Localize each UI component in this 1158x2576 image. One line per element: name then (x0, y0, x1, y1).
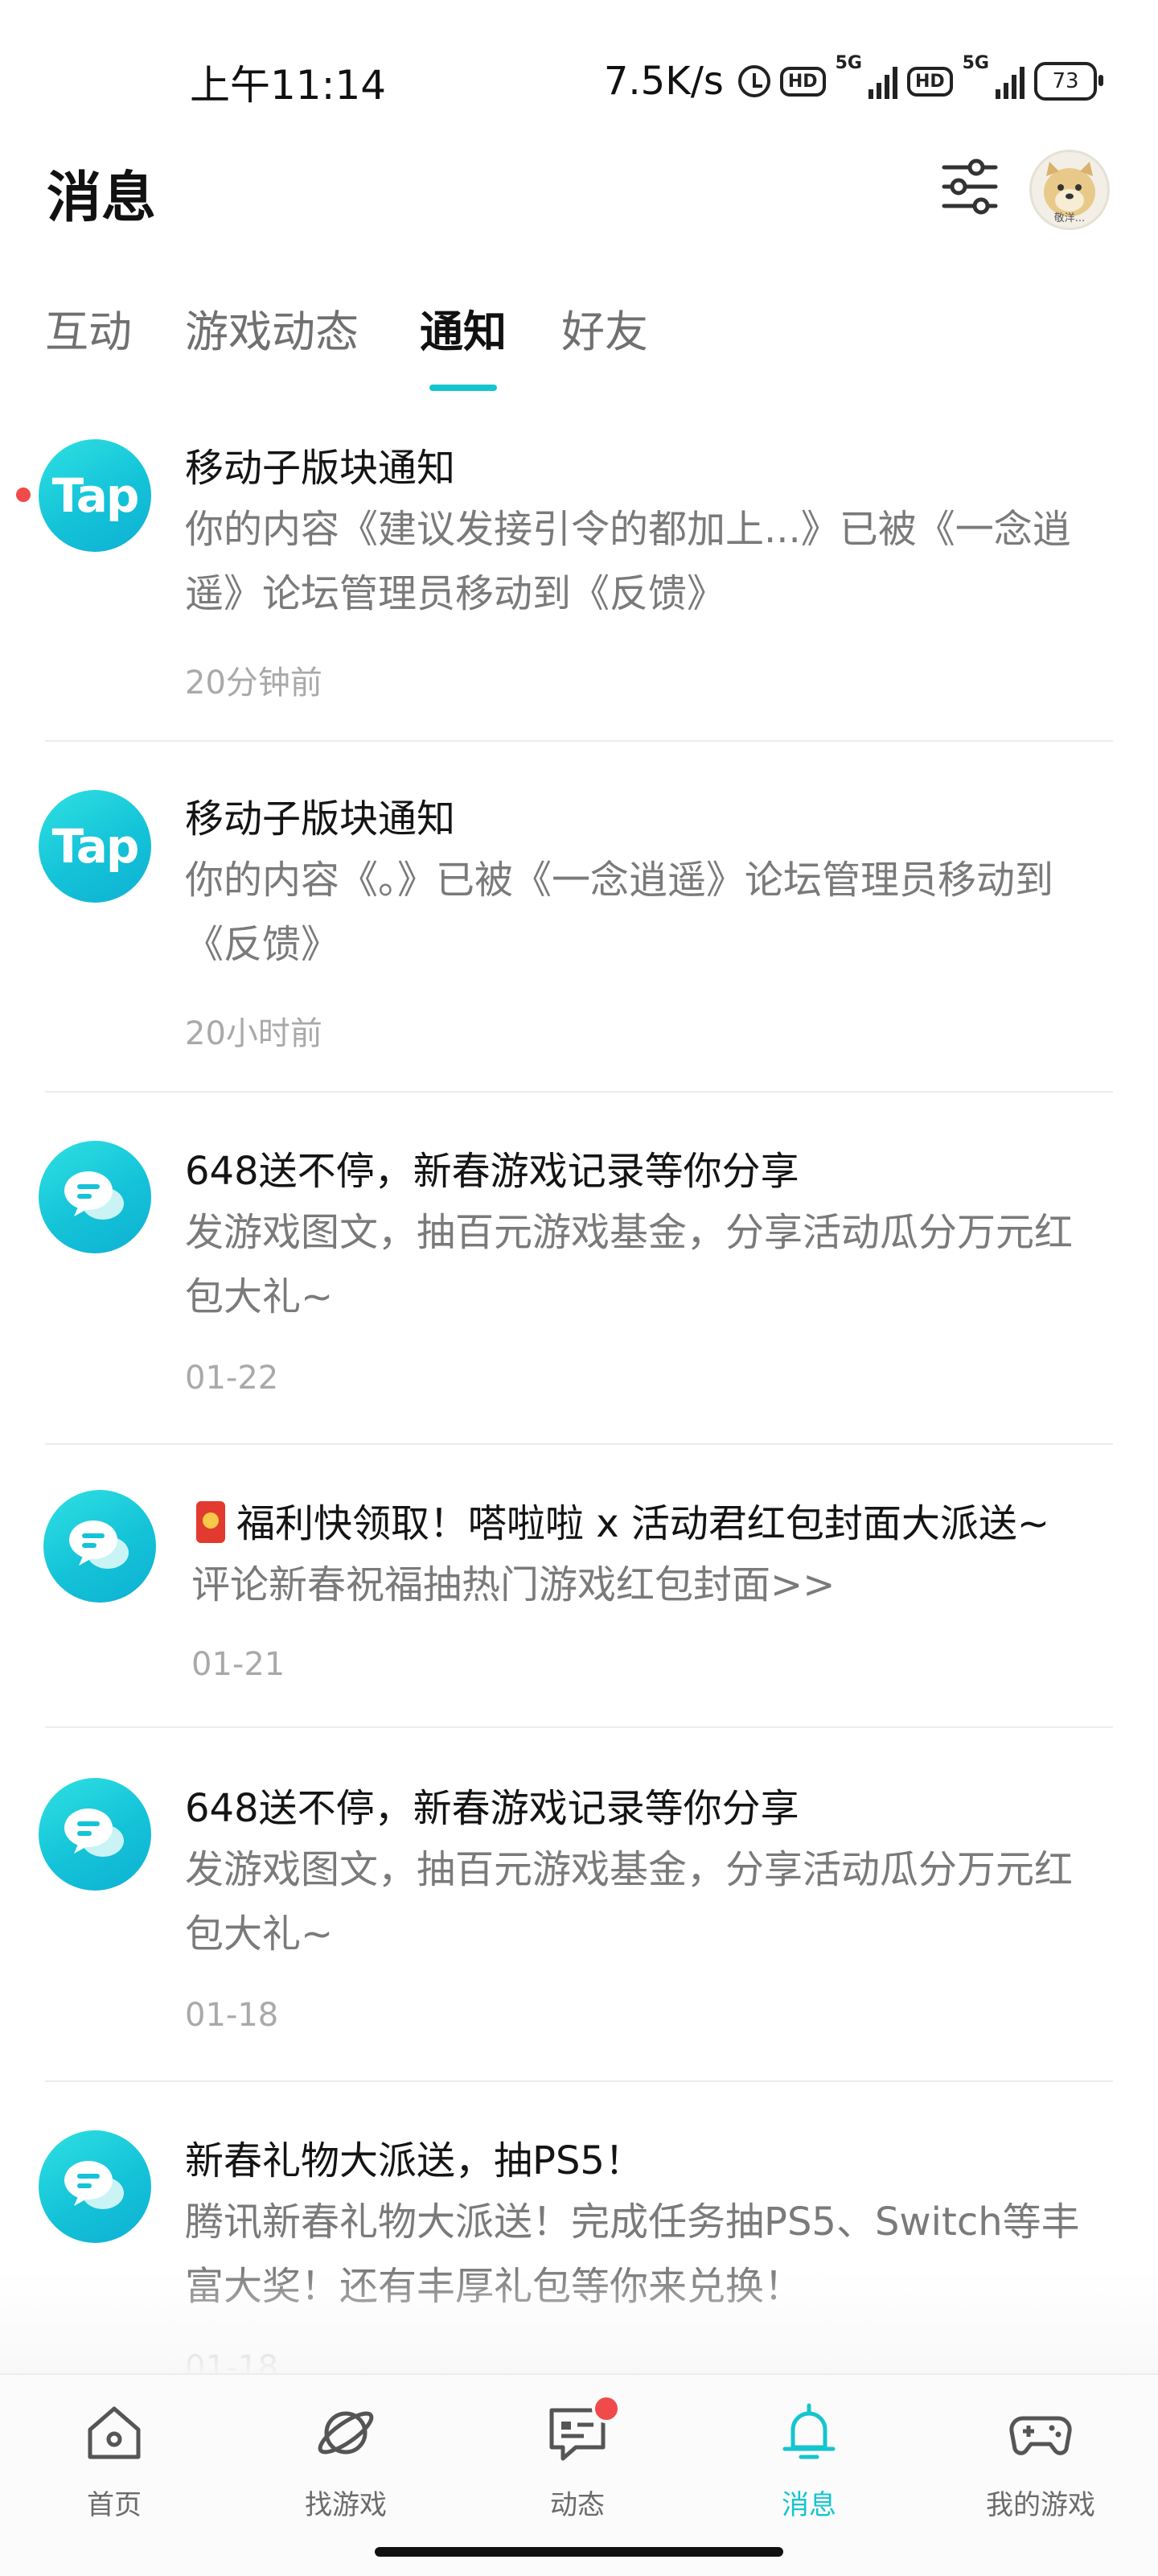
tap-logo-icon: Tap (39, 439, 151, 552)
unread-dot (16, 488, 31, 502)
divider (45, 740, 1113, 742)
list-item[interactable]: 福利快领取！嗒啦啦 x 活动君红包封面大派送~ 评论新春祝福抽热门游戏红包封面>… (0, 1482, 1158, 1723)
nav-find-games[interactable]: 找游戏 (265, 2399, 426, 2528)
nav-home[interactable]: 首页 (34, 2399, 195, 2528)
chat-bubble-icon (39, 1778, 151, 1891)
divider (45, 1726, 1113, 1728)
message-title: 648送不停，新春游戏记录等你分享 (185, 1786, 799, 1831)
chat-bubble-glyph (69, 1520, 129, 1569)
active-tab-indicator (429, 385, 497, 391)
message-body: 你的内容《建议发接引令的都加上...》已被《一念逍遥》论坛管理员移动到《反馈》 (185, 507, 1071, 616)
message-title: 福利快领取！嗒啦啦 x 活动君红包封面大派送~ (196, 1492, 1049, 1548)
chat-bubble-glyph (64, 2161, 124, 2209)
status-bar: 上午11:14 7.5K/s HD 5G HD 5G 73 (0, 0, 1158, 158)
nav-my-games[interactable]: 我的游戏 (960, 2399, 1121, 2528)
message-time: 01-22 (185, 1360, 279, 1397)
message-time: 20小时前 (185, 1015, 322, 1052)
list-item[interactable]: 648送不停，新春游戏记录等你分享 发游戏图文，抽百元游戏基金，分享活动瓜分万元… (0, 1130, 1158, 1443)
nav-label: 首页 (87, 2489, 142, 2521)
list-item[interactable]: Tap 移动子版块通知 你的内容《建议发接引令的都加上...》已被《一念逍遥》论… (0, 426, 1158, 740)
signal-icon (996, 64, 1025, 99)
nav-label: 动态 (550, 2489, 605, 2521)
tab-interaction[interactable]: 互动 (45, 296, 132, 360)
nav-messages[interactable]: 消息 (729, 2399, 889, 2528)
tab-notifications[interactable]: 通知 (420, 296, 507, 360)
status-time: 上午11:14 (190, 62, 387, 109)
tap-logo-text: Tap (51, 819, 140, 874)
message-title: 新春礼物大派送，抽PS5！ (185, 2138, 643, 2183)
message-title: 移动子版块通知 (185, 446, 456, 491)
filter-button[interactable] (939, 156, 1000, 217)
message-body: 发游戏图文，抽百元游戏基金，分享活动瓜分万元红包大礼~ (185, 1210, 1074, 1319)
avatar-caption: 敬洋... (1054, 212, 1085, 224)
sliders-icon (942, 158, 998, 215)
tab-game-updates[interactable]: 游戏动态 (185, 296, 359, 360)
chat-bubble-glyph (64, 1809, 124, 1857)
alarm-icon (737, 65, 770, 97)
nav-label: 消息 (782, 2489, 836, 2521)
chat-bubble-icon (39, 2130, 151, 2243)
nav-label: 找游戏 (305, 2489, 387, 2521)
gamepad-icon (1009, 2416, 1072, 2455)
message-title: 移动子版块通知 (185, 796, 456, 842)
network-type-label: 5G (835, 53, 862, 73)
chat-bubble-icon (39, 1141, 151, 1253)
signal-icon (868, 64, 897, 99)
tab-friends[interactable]: 好友 (561, 296, 648, 360)
doge-avatar-icon: 敬洋... (1044, 162, 1095, 224)
battery-icon: 73 (1034, 62, 1103, 101)
page-title: 消息 (47, 167, 157, 230)
planet-icon (318, 2411, 374, 2455)
tap-logo-icon: Tap (39, 790, 151, 903)
message-title-text: 福利快领取！嗒啦啦 x 活动君红包封面大派送~ (236, 1501, 1050, 1546)
avatar[interactable]: 敬洋... (1029, 150, 1110, 230)
divider (45, 1091, 1113, 1093)
message-time: 20分钟前 (185, 665, 322, 702)
message-body: 评论新春祝福抽热门游戏红包封面>> (191, 1562, 836, 1607)
chat-bubble-glyph (64, 1171, 124, 1220)
scroll-fade (0, 2269, 1158, 2373)
list-item[interactable]: Tap 移动子版块通知 你的内容《。》已被《一念逍遥》论坛管理员移动到《反馈》 … (0, 777, 1158, 1091)
message-time: 01-18 (185, 1997, 279, 2034)
net-speed: 7.5K/s (603, 59, 724, 104)
message-body: 你的内容《。》已被《一念逍遥》论坛管理员移动到《反馈》 (185, 858, 1054, 967)
message-time: 01-21 (191, 1646, 285, 1683)
hd-icon: HD (906, 66, 953, 97)
nav-label: 我的游戏 (986, 2489, 1095, 2521)
network-type-label: 5G (962, 53, 989, 73)
bell-icon (782, 2403, 836, 2459)
status-indicators: 7.5K/s HD 5G HD 5G 73 (603, 53, 1103, 109)
home-icon (88, 2406, 141, 2459)
notification-badge (592, 2394, 621, 2423)
tab-bar: 互动 游戏动态 通知 好友 (0, 296, 1158, 393)
red-envelope-icon (196, 1501, 225, 1543)
nav-feed[interactable]: 动态 (497, 2394, 658, 2528)
home-indicator[interactable] (375, 2547, 783, 2557)
hd-icon: HD (779, 66, 826, 97)
chat-bubble-icon (43, 1490, 156, 1603)
divider (45, 2080, 1113, 2082)
bottom-nav: 首页 找游戏 动态 消息 我的游戏 (0, 2373, 1158, 2576)
divider (45, 1443, 1113, 1445)
tap-logo-text: Tap (51, 468, 140, 523)
message-body: 发游戏图文，抽百元游戏基金，分享活动瓜分万元红包大礼~ (185, 1847, 1074, 1957)
message-title: 648送不停，新春游戏记录等你分享 (185, 1149, 799, 1194)
list-item[interactable]: 648送不停，新春游戏记录等你分享 发游戏图文，抽百元游戏基金，分享活动瓜分万元… (0, 1767, 1158, 2080)
